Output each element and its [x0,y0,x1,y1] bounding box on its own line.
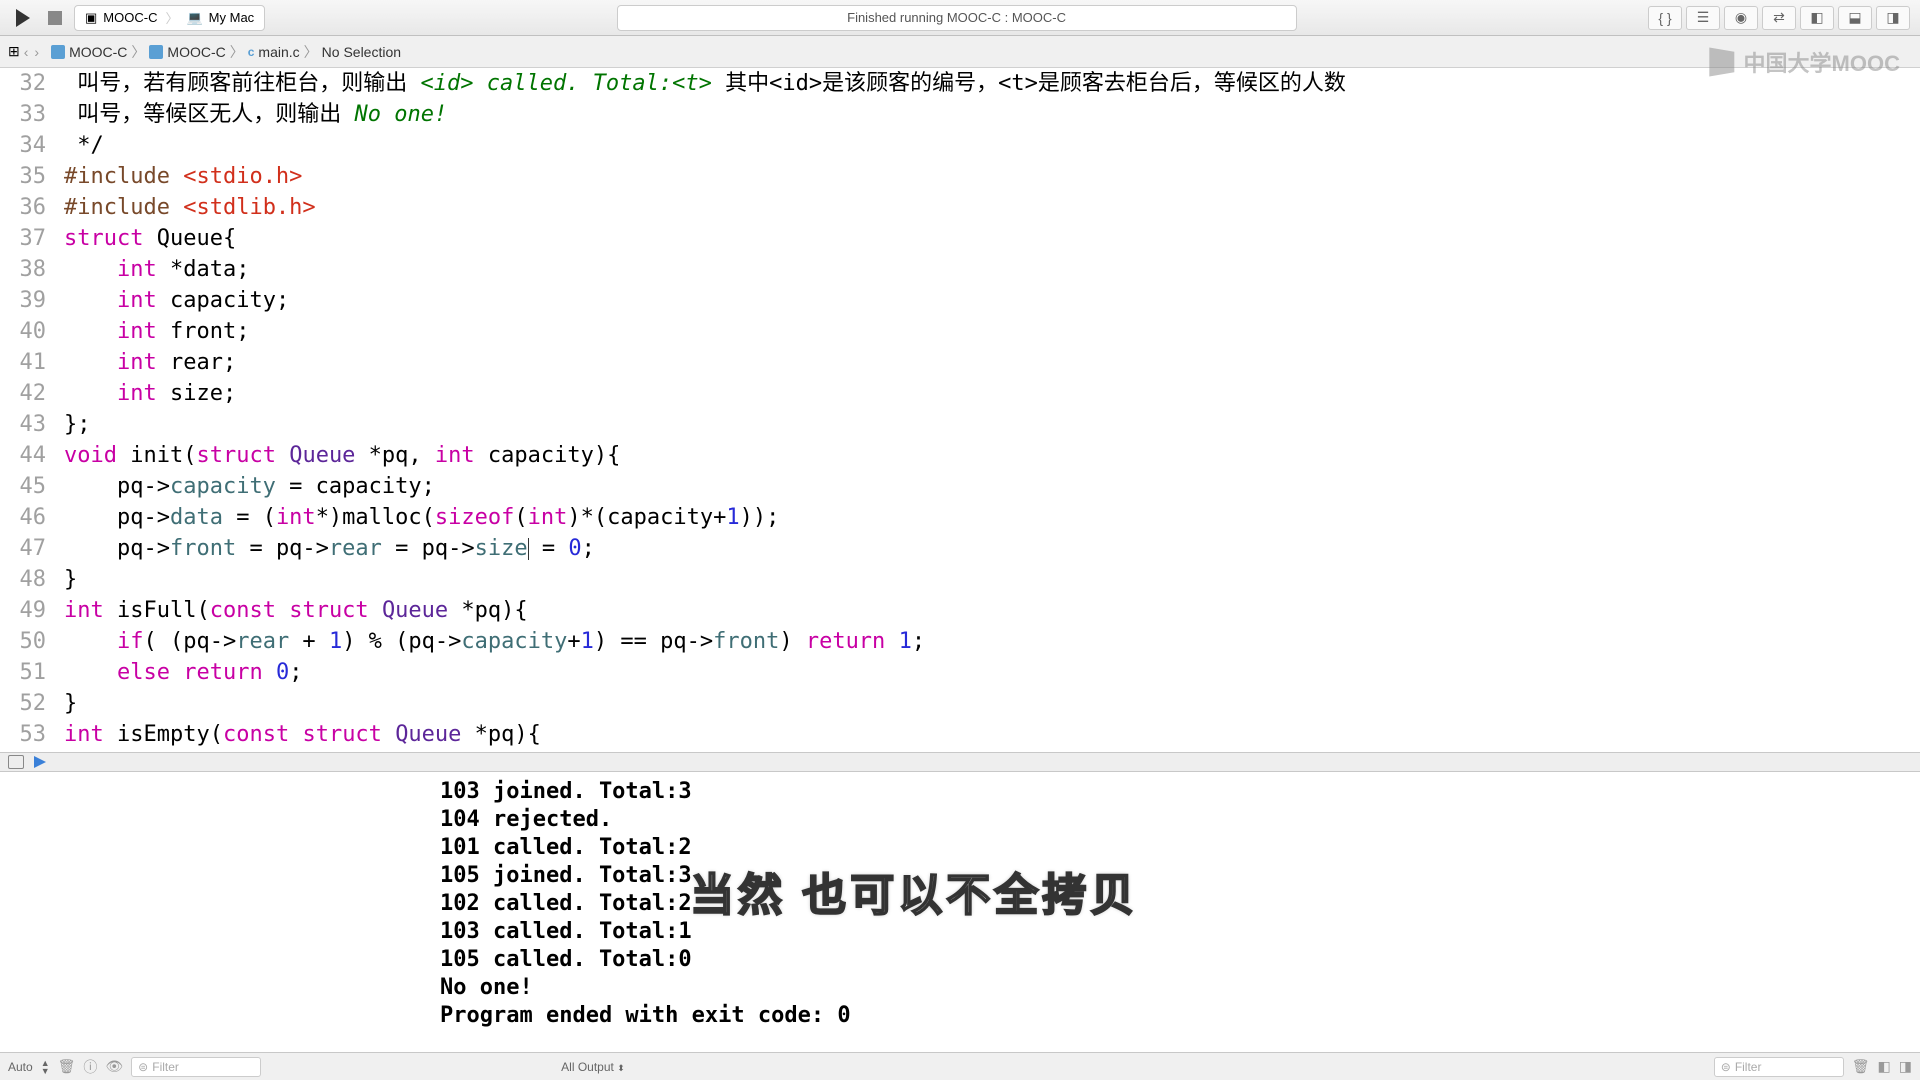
trash-icon[interactable]: 🗑 [1852,1058,1870,1075]
code-editor[interactable]: 3233343536373839404142434445464748495051… [0,68,1920,752]
code-content[interactable]: 叫号，若有顾客前往柜台，则输出 <id> called. Total:<t> 其… [56,68,1920,752]
trash-icon[interactable]: 🗑 [58,1058,76,1075]
console-text: 103 joined. Total:3104 rejected.101 call… [440,778,1920,1030]
output-mode-selector[interactable]: All Output ⬍ [561,1060,625,1074]
status-text: Finished running MOOC-C : MOOC-C [847,10,1066,25]
breadcrumb-label: main.c [258,44,299,60]
breadcrumb-group[interactable]: MOOC-C [149,44,225,60]
filter-placeholder: Filter [152,1060,179,1074]
breadcrumb-project[interactable]: MOOC-C [51,44,127,60]
nav-forward-icon[interactable]: › [34,44,39,60]
jump-bar: ⊞ ‹ › MOOC-C 〉 MOOC-C 〉 c main.c 〉 No Se… [0,36,1920,68]
right-panel-icon[interactable]: ◨ [1876,6,1910,30]
nav-back-icon[interactable]: ‹ [24,44,29,60]
filter-placeholder: Filter [1735,1060,1762,1074]
bottom-panel-icon[interactable]: ⬓ [1838,6,1872,30]
left-pane-icon[interactable]: ◧ [1878,1058,1891,1075]
video-subtitle: 当然 也可以不全拷贝 [690,882,1138,910]
line-gutter: 3233343536373839404142434445464748495051… [0,68,56,752]
breadcrumb-label: MOOC-C [69,44,127,60]
stop-button[interactable] [48,11,62,25]
status-bar: Finished running MOOC-C : MOOC-C [617,5,1297,31]
breadcrumb-file[interactable]: c main.c [248,44,300,60]
auto-label[interactable]: Auto [8,1060,33,1074]
group-folder-icon [149,45,163,59]
main-toolbar: ▣ MOOC-C 〉 💻 My Mac Finished running MOO… [0,0,1920,36]
mooc-watermark: 中国大学MOOC [1710,46,1900,78]
breadcrumb-chevron-icon: 〉 [304,42,318,62]
variables-filter[interactable]: ⊜ Filter [131,1057,261,1077]
stepper-icon[interactable]: ▲▼ [41,1059,50,1075]
continue-icon[interactable] [34,756,46,768]
scheme-chevron-icon: 〉 [165,8,178,27]
console-output[interactable]: 103 joined. Total:3104 rejected.101 call… [0,772,1920,1052]
mooc-logo-icon [1709,47,1734,76]
breadcrumb-label: MOOC-C [167,44,225,60]
left-panel-icon[interactable]: ◧ [1800,6,1834,30]
device-icon: 💻 [186,10,202,26]
breakpoints-toggle-icon[interactable] [8,755,24,769]
sync-icon[interactable]: ⇄ [1762,6,1796,30]
code-snippets-icon[interactable]: { } [1648,6,1682,30]
run-button[interactable] [16,9,30,27]
info-icon[interactable]: ⓘ [83,1057,97,1077]
watermark-text: 中国大学MOOC [1744,46,1900,78]
library-icon[interactable]: ☰ [1686,6,1720,30]
scheme-project-label: MOOC-C [103,10,157,25]
debug-bar [0,752,1920,772]
console-filter[interactable]: ⊜ Filter [1714,1057,1844,1077]
eye-icon[interactable]: 👁 [105,1058,123,1075]
output-mode-label: All Output [561,1060,614,1074]
review-icon[interactable]: ◉ [1724,6,1758,30]
project-folder-icon [51,45,65,59]
breadcrumb-symbol[interactable]: No Selection [322,44,401,60]
related-items-icon[interactable]: ⊞ [8,43,20,60]
right-pane-icon[interactable]: ◨ [1899,1058,1912,1075]
stepper-icon: ⬍ [617,1063,625,1073]
scheme-target-label: My Mac [209,10,255,25]
breadcrumb-label: No Selection [322,44,401,60]
c-file-icon: c [248,45,255,59]
filter-icon: ⊜ [1721,1060,1731,1074]
target-folder-icon: ▣ [85,10,97,26]
scheme-selector[interactable]: ▣ MOOC-C 〉 💻 My Mac [74,5,265,31]
breadcrumb-chevron-icon: 〉 [131,42,145,62]
bottom-bar: Auto ▲▼ 🗑 ⓘ 👁 ⊜ Filter All Output ⬍ ⊜ Fi… [0,1052,1920,1080]
breadcrumb-chevron-icon: 〉 [230,42,244,62]
filter-icon: ⊜ [138,1060,148,1074]
